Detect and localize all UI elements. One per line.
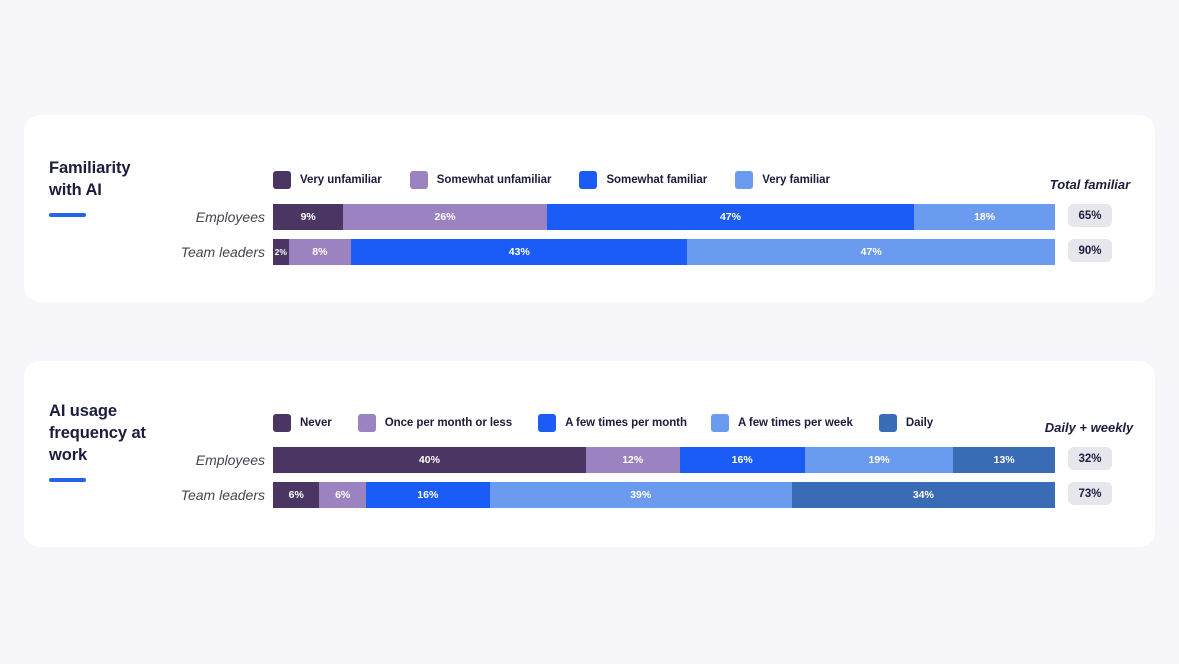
legend-swatch-icon bbox=[273, 171, 291, 189]
familiarity-title-line-1: Familiarity bbox=[49, 159, 130, 177]
table-row: Employees 9%26%47%18% bbox=[24, 204, 1155, 230]
chart-card-usage-frequency: AI usage frequency at work NeverOnce per… bbox=[24, 361, 1155, 547]
row-label-team-leaders: Team leaders bbox=[104, 239, 265, 265]
bar-segment[interactable]: 6% bbox=[273, 482, 319, 508]
row-label-employees: Employees bbox=[104, 204, 265, 230]
table-row: Employees 40%12%16%19%13% bbox=[24, 447, 1155, 473]
legend-swatch-icon bbox=[879, 414, 897, 432]
status-badge-total-team-leaders: 90% bbox=[1068, 239, 1112, 262]
table-row: Team leaders6%6%16%39%34% bbox=[24, 482, 1155, 508]
legend-item-label: Very familiar bbox=[762, 174, 830, 186]
legend-familiarity: Very unfamiliar Somewhat unfamiliar Somewh… bbox=[273, 171, 830, 189]
stacked-bar-team-leaders: 2%8%43%47% bbox=[273, 239, 1055, 265]
table-row: Team leaders 2%8%43%47% bbox=[24, 239, 1155, 265]
bar-segment[interactable]: 16% bbox=[366, 482, 490, 508]
legend-swatch-icon bbox=[410, 171, 428, 189]
legend-item-label: Somewhat unfamiliar bbox=[437, 174, 552, 186]
bar-segment[interactable]: 39% bbox=[490, 482, 792, 508]
status-badge-total-employees: 65% bbox=[1068, 204, 1112, 227]
legend-swatch-icon bbox=[579, 171, 597, 189]
stacked-bar-team-leaders: 6%6%16%39%34% bbox=[273, 482, 1055, 508]
bar-segment[interactable]: 13% bbox=[953, 447, 1055, 473]
bar-segment[interactable]: 40% bbox=[273, 447, 586, 473]
legend-item-daily[interactable]: Daily bbox=[879, 414, 933, 432]
bar-rows-familiarity: Employees9%26%47%18%Team leaders2%8%43%4… bbox=[24, 204, 1155, 265]
legend-usage: Never Once per month or less A few times p… bbox=[273, 414, 933, 432]
legend-swatch-icon bbox=[358, 414, 376, 432]
bar-segment[interactable]: 8% bbox=[289, 239, 352, 265]
legend-swatch-icon bbox=[711, 414, 729, 432]
status-badge-daily-weekly-team-leaders: 73% bbox=[1068, 482, 1112, 505]
stacked-bar-employees: 40%12%16%19%13% bbox=[273, 447, 1055, 473]
legend-swatch-icon bbox=[735, 171, 753, 189]
legend-item-label: A few times per month bbox=[565, 417, 687, 429]
page-root: Familiarity with AI Very unfamiliar Somew… bbox=[0, 0, 1179, 664]
legend-swatch-icon bbox=[538, 414, 556, 432]
daily-weekly-header: Daily + weekly bbox=[1024, 420, 1154, 435]
page-title-familiarity: Familiarity with AI bbox=[49, 158, 239, 202]
bar-segment[interactable]: 43% bbox=[351, 239, 687, 265]
total-familiar-header: Total familiar bbox=[1025, 177, 1155, 192]
status-badge-daily-weekly-employees: 32% bbox=[1068, 447, 1112, 470]
legend-item-label: Daily bbox=[906, 417, 933, 429]
legend-item-somewhat-familiar[interactable]: Somewhat familiar bbox=[579, 171, 707, 189]
legend-item-very-unfamiliar[interactable]: Very unfamiliar bbox=[273, 171, 382, 189]
bar-segment[interactable]: 19% bbox=[805, 447, 954, 473]
bar-segment[interactable]: 26% bbox=[343, 204, 546, 230]
bar-segment[interactable]: 18% bbox=[914, 204, 1055, 230]
usage-title-line-1: AI usage bbox=[49, 402, 117, 420]
bar-segment[interactable]: 34% bbox=[792, 482, 1055, 508]
legend-item-once-per-month-or-less[interactable]: Once per month or less bbox=[358, 414, 512, 432]
legend-item-a-few-times-per-week[interactable]: A few times per week bbox=[711, 414, 853, 432]
bar-segment[interactable]: 16% bbox=[680, 447, 805, 473]
legend-item-somewhat-unfamiliar[interactable]: Somewhat unfamiliar bbox=[410, 171, 552, 189]
usage-title-line-2: frequency at bbox=[49, 424, 146, 442]
bar-segment[interactable]: 2% bbox=[273, 239, 289, 265]
familiarity-title-line-2: with AI bbox=[49, 181, 102, 199]
chart-card-familiarity: Familiarity with AI Very unfamiliar Somew… bbox=[24, 115, 1155, 302]
stacked-bar-employees: 9%26%47%18% bbox=[273, 204, 1055, 230]
bar-segment[interactable]: 47% bbox=[547, 204, 915, 230]
row-label-team-leaders: Team leaders bbox=[104, 482, 265, 508]
legend-item-never[interactable]: Never bbox=[273, 414, 332, 432]
legend-item-a-few-times-per-month[interactable]: A few times per month bbox=[538, 414, 687, 432]
bar-segment[interactable]: 6% bbox=[319, 482, 365, 508]
bar-rows-usage: Employees40%12%16%19%13%Team leaders6%6%… bbox=[24, 447, 1155, 508]
row-label-employees: Employees bbox=[104, 447, 265, 473]
legend-item-label: Somewhat familiar bbox=[606, 174, 707, 186]
legend-swatch-icon bbox=[273, 414, 291, 432]
legend-item-very-familiar[interactable]: Very familiar bbox=[735, 171, 830, 189]
bar-segment[interactable]: 9% bbox=[273, 204, 343, 230]
bar-segment[interactable]: 12% bbox=[586, 447, 680, 473]
legend-item-label: Very unfamiliar bbox=[300, 174, 382, 186]
legend-item-label: Once per month or less bbox=[385, 417, 512, 429]
bar-segment[interactable]: 47% bbox=[687, 239, 1055, 265]
legend-item-label: A few times per week bbox=[738, 417, 853, 429]
legend-item-label: Never bbox=[300, 417, 332, 429]
